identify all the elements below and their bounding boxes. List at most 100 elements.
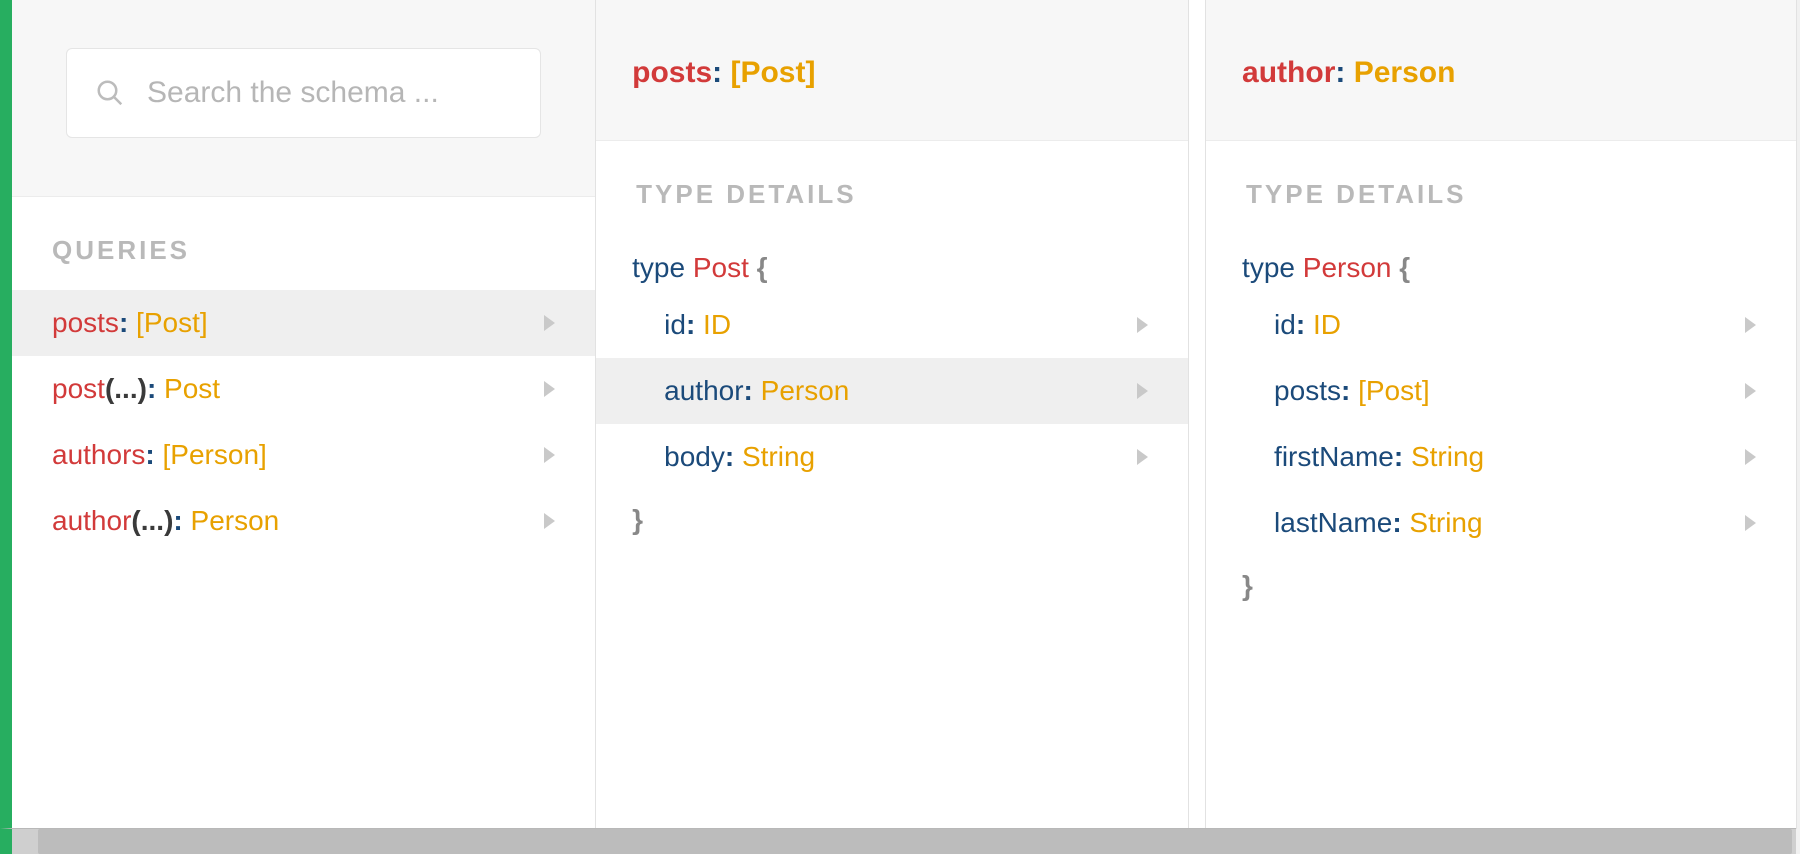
field-type: String bbox=[1409, 507, 1482, 538]
query-item-label: posts: [Post] bbox=[52, 307, 208, 339]
type-declaration: type Post { bbox=[596, 234, 1188, 292]
type-panel-post: posts: [Post] TYPE DETAILS type Post { i… bbox=[596, 0, 1188, 828]
queries-section-label: QUERIES bbox=[12, 197, 595, 290]
colon: : bbox=[145, 439, 162, 470]
query-item-label: author(...): Person bbox=[52, 505, 279, 537]
field-row-id[interactable]: id: ID bbox=[1206, 292, 1796, 358]
field-name: lastName bbox=[1274, 507, 1392, 538]
schema-explorer: QUERIES posts: [Post] post(...): Post auth… bbox=[0, 0, 1796, 828]
header-type: Person bbox=[1354, 56, 1456, 89]
chevron-right-icon bbox=[544, 447, 555, 463]
type-declaration: type Person { bbox=[1206, 234, 1796, 292]
panel-header: author: Person bbox=[1206, 0, 1796, 141]
field-name: firstName bbox=[1274, 441, 1394, 472]
colon: : bbox=[1296, 309, 1313, 340]
query-return-type: Person bbox=[191, 505, 280, 536]
field-label: id: ID bbox=[664, 309, 731, 341]
type-details-label: TYPE DETAILS bbox=[596, 141, 1188, 234]
colon: : bbox=[1392, 507, 1409, 538]
chevron-right-icon bbox=[544, 513, 555, 529]
field-type: Person bbox=[761, 375, 850, 406]
colon: : bbox=[744, 375, 761, 406]
field-row-body[interactable]: body: String bbox=[596, 424, 1188, 490]
query-item-posts[interactable]: posts: [Post] bbox=[12, 290, 595, 356]
field-label: body: String bbox=[664, 441, 815, 473]
field-list: id: IDposts: [Post]firstName: Stringlast… bbox=[1206, 292, 1796, 556]
field-type: String bbox=[1411, 441, 1484, 472]
colon: : bbox=[147, 373, 164, 404]
query-item-authors[interactable]: authors: [Person] bbox=[12, 422, 595, 488]
horizontal-scrollbar[interactable] bbox=[0, 828, 1796, 854]
field-row-firstName[interactable]: firstName: String bbox=[1206, 424, 1796, 490]
colon: : bbox=[725, 441, 742, 472]
query-item-author[interactable]: author(...): Person bbox=[12, 488, 595, 554]
query-item-post[interactable]: post(...): Post bbox=[12, 356, 595, 422]
field-label: firstName: String bbox=[1274, 441, 1484, 473]
query-name: posts bbox=[52, 307, 119, 338]
search-box[interactable] bbox=[66, 48, 541, 138]
scrollbar-thumb[interactable] bbox=[38, 829, 1792, 854]
chevron-right-icon bbox=[544, 381, 555, 397]
field-type: ID bbox=[1313, 309, 1341, 340]
field-type: ID bbox=[703, 309, 731, 340]
field-label: posts: [Post] bbox=[1274, 375, 1430, 407]
query-name: authors bbox=[52, 439, 145, 470]
panel-header: posts: [Post] bbox=[596, 0, 1188, 141]
query-return-type: [Person] bbox=[163, 439, 267, 470]
query-item-label: post(...): Post bbox=[52, 373, 220, 405]
search-area bbox=[12, 0, 595, 197]
chevron-right-icon bbox=[1137, 383, 1148, 399]
search-input[interactable] bbox=[147, 76, 512, 110]
field-name: body bbox=[664, 441, 725, 472]
query-return-type: [Post] bbox=[136, 307, 208, 338]
close-brace: } bbox=[1206, 556, 1796, 616]
colon: : bbox=[173, 505, 190, 536]
field-type: String bbox=[742, 441, 815, 472]
field-row-posts[interactable]: posts: [Post] bbox=[1206, 358, 1796, 424]
field-name: id bbox=[664, 309, 686, 340]
header-field-name: posts bbox=[632, 56, 712, 89]
query-args: (...) bbox=[131, 505, 173, 536]
field-label: id: ID bbox=[1274, 309, 1341, 341]
type-keyword: type bbox=[1242, 252, 1295, 283]
type-body: type Person { id: ID posts: [Post] firstNa… bbox=[1206, 234, 1796, 616]
chevron-right-icon bbox=[1745, 515, 1756, 531]
colon: : bbox=[686, 309, 703, 340]
field-label: lastName: String bbox=[1274, 507, 1483, 539]
field-list: id: ID author: Person body: String bbox=[596, 292, 1188, 490]
query-list: posts: [Post] post(...): Post authors: [Pe… bbox=[12, 290, 595, 554]
query-item-label: authors: [Person] bbox=[52, 439, 267, 471]
sidebar: QUERIES posts: [Post] post(...): Post auth… bbox=[12, 0, 596, 828]
colon: : bbox=[119, 307, 136, 338]
query-return-type: Post bbox=[164, 373, 220, 404]
header-colon: : bbox=[1335, 56, 1353, 89]
field-row-lastName[interactable]: lastName: String bbox=[1206, 490, 1796, 556]
type-body: type Post { id: ID author: Person body: St… bbox=[596, 234, 1188, 550]
type-panel-person: author: Person TYPE DETAILS type Person … bbox=[1206, 0, 1796, 828]
chevron-right-icon bbox=[1745, 317, 1756, 333]
header-type: [Post] bbox=[730, 56, 815, 89]
chevron-right-icon bbox=[1137, 317, 1148, 333]
chevron-right-icon bbox=[544, 315, 555, 331]
open-brace: { bbox=[757, 252, 768, 283]
query-name: author bbox=[52, 505, 131, 536]
type-details-label: TYPE DETAILS bbox=[1206, 141, 1796, 234]
field-name: author bbox=[664, 375, 743, 406]
field-name: id bbox=[1274, 309, 1296, 340]
header-field-name: author bbox=[1242, 56, 1335, 89]
open-brace: { bbox=[1399, 252, 1410, 283]
chevron-right-icon bbox=[1745, 383, 1756, 399]
type-keyword: type bbox=[632, 252, 685, 283]
field-label: author: Person bbox=[664, 375, 849, 407]
close-brace: } bbox=[596, 490, 1188, 550]
query-args: (...) bbox=[105, 373, 147, 404]
chevron-right-icon bbox=[1745, 449, 1756, 465]
field-row-id[interactable]: id: ID bbox=[596, 292, 1188, 358]
header-colon: : bbox=[712, 56, 730, 89]
colon: : bbox=[1341, 375, 1358, 406]
field-row-author[interactable]: author: Person bbox=[596, 358, 1188, 424]
chevron-right-icon bbox=[1137, 449, 1148, 465]
search-icon bbox=[95, 78, 125, 108]
field-type: [Post] bbox=[1358, 375, 1430, 406]
colon: : bbox=[1394, 441, 1411, 472]
